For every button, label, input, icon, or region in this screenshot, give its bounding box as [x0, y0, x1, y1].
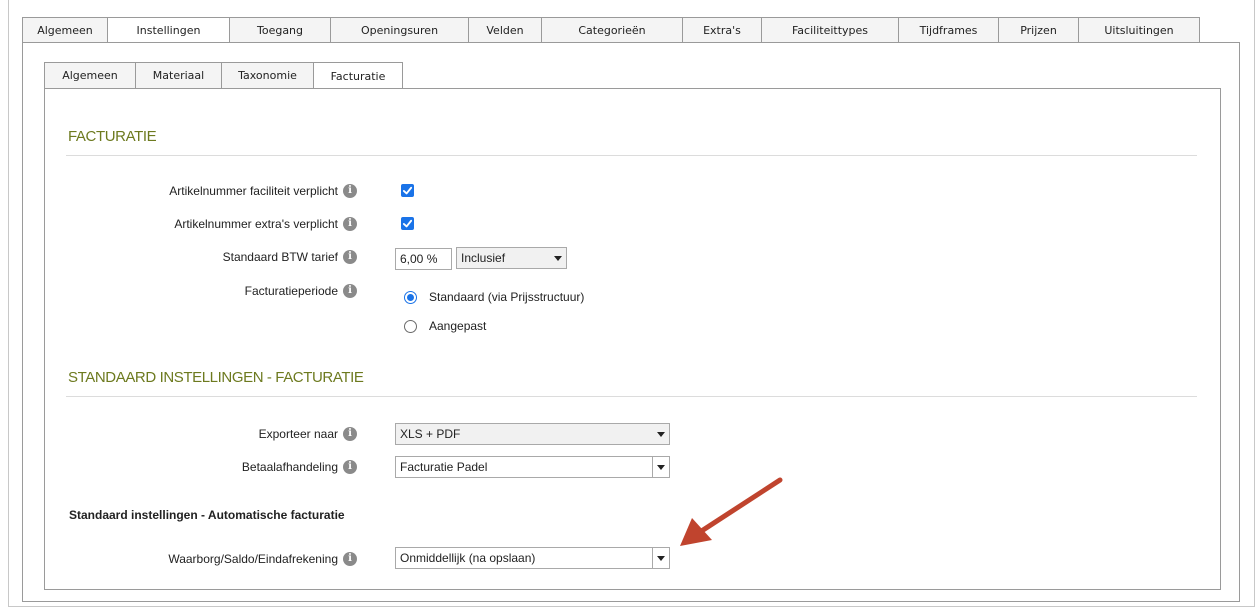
- vat-rate-input[interactable]: 6,00 %: [395, 248, 452, 270]
- period-standard-radio[interactable]: [404, 291, 417, 304]
- payment-select[interactable]: Facturatie Padel: [395, 456, 670, 478]
- chevron-down-icon: [652, 457, 669, 477]
- deposit-label: Waarborg/Saldo/Eindafrekening: [168, 552, 338, 566]
- period-custom-radio[interactable]: [404, 320, 417, 333]
- red-arrow-icon: [680, 477, 783, 546]
- article-facility-label: Artikelnummer faciliteit verplicht: [169, 184, 338, 198]
- tab-faciliteittypes[interactable]: Faciliteittypes: [762, 17, 899, 43]
- tab-openingsuren[interactable]: Openingsuren: [331, 17, 469, 43]
- deposit-label-row: Waarborg/Saldo/Eindafrekening i: [168, 552, 357, 566]
- payment-value: Facturatie Padel: [400, 460, 488, 474]
- export-label-row: Exporteer naar i: [259, 427, 357, 441]
- tab-velden[interactable]: Velden: [469, 17, 542, 43]
- vat-mode-value: Inclusief: [461, 251, 506, 265]
- tab-tijdframes[interactable]: Tijdframes: [899, 17, 999, 43]
- subtab-algemeen[interactable]: Algemeen: [44, 62, 136, 89]
- checkmark-icon: [402, 186, 413, 195]
- period-custom-label[interactable]: Aangepast: [429, 319, 486, 333]
- info-icon[interactable]: i: [343, 284, 357, 298]
- deposit-select[interactable]: Onmiddellijk (na opslaan): [395, 547, 670, 569]
- info-icon[interactable]: i: [343, 460, 357, 474]
- period-standard-label[interactable]: Standaard (via Prijsstructuur): [429, 290, 584, 304]
- subtab-facturatie[interactable]: Facturatie: [314, 62, 403, 90]
- subtab-materiaal[interactable]: Materiaal: [136, 62, 222, 89]
- chevron-down-icon: [652, 548, 669, 568]
- export-select[interactable]: XLS + PDF: [395, 423, 670, 445]
- tab-uitsluitingen[interactable]: Uitsluitingen: [1079, 17, 1200, 43]
- period-label-row: Facturatieperiode i: [245, 284, 357, 298]
- chevron-down-icon: [550, 248, 566, 268]
- deposit-value: Onmiddellijk (na opslaan): [400, 551, 536, 565]
- section-divider: [66, 155, 1197, 156]
- checkmark-icon: [402, 219, 413, 228]
- article-extras-label: Artikelnummer extra's verplicht: [174, 217, 338, 231]
- tab-prijzen[interactable]: Prijzen: [999, 17, 1079, 43]
- tab-algemeen[interactable]: Algemeen: [22, 17, 108, 43]
- payment-label: Betaalafhandeling: [241, 460, 338, 474]
- article-facility-label-row: Artikelnummer faciliteit verplicht i: [169, 184, 357, 198]
- top-tab-bar: Algemeen Instellingen Toegang Openingsur…: [22, 17, 1200, 44]
- section-divider: [66, 396, 1197, 397]
- tab-toegang[interactable]: Toegang: [230, 17, 331, 43]
- tab-categorieen[interactable]: Categorieën: [542, 17, 683, 43]
- article-extras-label-row: Artikelnummer extra's verplicht i: [174, 217, 357, 231]
- section-title-default-settings: STANDAARD INSTELLINGEN - FACTURATIE: [68, 369, 364, 386]
- info-icon[interactable]: i: [343, 427, 357, 441]
- article-facility-checkbox[interactable]: [401, 184, 414, 197]
- export-value: XLS + PDF: [400, 427, 461, 441]
- section-title-facturatie: FACTURATIE: [68, 128, 157, 145]
- vat-mode-select[interactable]: Inclusief: [456, 247, 567, 269]
- auto-invoicing-subheading: Standaard instellingen - Automatische fa…: [69, 508, 345, 522]
- tab-extras[interactable]: Extra's: [683, 17, 762, 43]
- info-icon[interactable]: i: [343, 552, 357, 566]
- chevron-down-icon: [653, 424, 669, 444]
- subtab-taxonomie[interactable]: Taxonomie: [222, 62, 314, 89]
- period-label: Facturatieperiode: [244, 284, 338, 298]
- article-extras-checkbox[interactable]: [401, 217, 414, 230]
- info-icon[interactable]: i: [343, 217, 357, 231]
- vat-label-row: Standaard BTW tarief i: [223, 250, 357, 264]
- vat-label: Standaard BTW tarief: [222, 250, 338, 264]
- info-icon[interactable]: i: [343, 250, 357, 264]
- info-icon[interactable]: i: [343, 184, 357, 198]
- sub-tab-bar: Algemeen Materiaal Taxonomie Facturatie: [44, 62, 403, 90]
- export-label: Exporteer naar: [258, 427, 338, 441]
- payment-label-row: Betaalafhandeling i: [242, 460, 357, 474]
- tab-instellingen[interactable]: Instellingen: [108, 17, 230, 44]
